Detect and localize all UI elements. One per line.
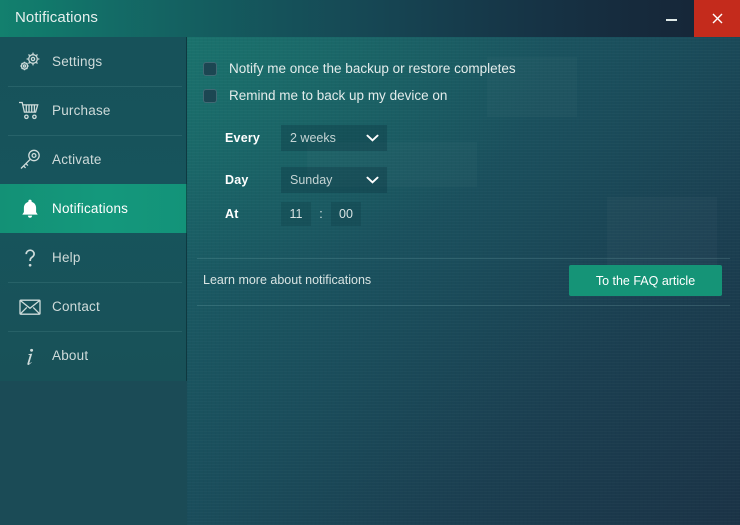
sidebar-item-label: Contact	[52, 299, 100, 314]
schedule-row-at: At 11 : 00	[225, 202, 361, 226]
shopping-cart-icon	[8, 99, 52, 122]
title-bar: Notifications	[0, 0, 740, 37]
info-icon	[8, 344, 52, 368]
faq-button[interactable]: To the FAQ article	[569, 265, 722, 296]
time-separator: :	[319, 207, 323, 221]
checkbox-label: Notify me once the backup or restore com…	[229, 61, 516, 76]
sidebar-item-activate[interactable]: Activate	[0, 135, 187, 184]
learn-more-text: Learn more about notifications	[203, 273, 372, 287]
schedule-row-day: Day Sunday	[225, 167, 387, 193]
sidebar-item-label: Activate	[52, 152, 102, 167]
application-window: Notifications Settings Purchase Activate…	[0, 0, 740, 525]
schedule-row-every: Every 2 weeks	[225, 125, 387, 151]
checkbox-remind-backup[interactable]	[203, 88, 217, 103]
checkbox-row-notify-complete[interactable]: Notify me once the backup or restore com…	[203, 61, 516, 76]
sidebar-item-label: Settings	[52, 54, 103, 69]
chevron-down-icon	[366, 134, 379, 142]
divider-bottom	[197, 305, 730, 306]
minute-input[interactable]: 00	[331, 202, 361, 226]
minimize-icon	[665, 18, 677, 21]
sidebar-item-purchase[interactable]: Purchase	[0, 86, 187, 135]
close-button[interactable]	[694, 0, 740, 37]
sidebar-item-notifications[interactable]: Notifications	[0, 184, 187, 233]
every-dropdown[interactable]: 2 weeks	[281, 125, 387, 151]
every-value: 2 weeks	[290, 131, 336, 145]
day-label: Day	[225, 173, 249, 187]
envelope-icon	[8, 296, 52, 318]
sidebar-item-label: Purchase	[52, 103, 111, 118]
sidebar-item-settings[interactable]: Settings	[0, 37, 187, 86]
checkbox-label: Remind me to back up my device on	[229, 88, 448, 103]
divider-top	[197, 258, 730, 259]
sidebar-item-about[interactable]: About	[0, 331, 187, 380]
window-title: Notifications	[15, 9, 99, 26]
checkbox-notify-complete[interactable]	[203, 61, 217, 76]
sidebar-item-label: Notifications	[52, 201, 129, 216]
content-panel: Notify me once the backup or restore com…	[187, 37, 740, 525]
sidebar-item-label: About	[52, 348, 89, 363]
gears-icon	[8, 50, 52, 74]
sidebar: Settings Purchase Activate Notifications…	[0, 37, 187, 381]
checkbox-row-remind-backup[interactable]: Remind me to back up my device on	[203, 88, 447, 103]
question-mark-icon	[8, 246, 52, 270]
chevron-down-icon	[366, 176, 379, 184]
close-icon	[712, 13, 722, 24]
bell-icon	[8, 197, 52, 221]
day-dropdown[interactable]: Sunday	[281, 167, 387, 193]
sidebar-item-help[interactable]: Help	[0, 233, 187, 282]
sidebar-item-label: Help	[52, 250, 81, 265]
minimize-button[interactable]	[648, 0, 694, 37]
day-value: Sunday	[290, 173, 333, 187]
at-label: At	[225, 207, 239, 221]
sidebar-item-contact[interactable]: Contact	[0, 282, 187, 331]
background-decoration	[607, 197, 717, 267]
key-icon	[8, 148, 52, 172]
every-label: Every	[225, 131, 261, 145]
hour-input[interactable]: 11	[281, 202, 311, 226]
